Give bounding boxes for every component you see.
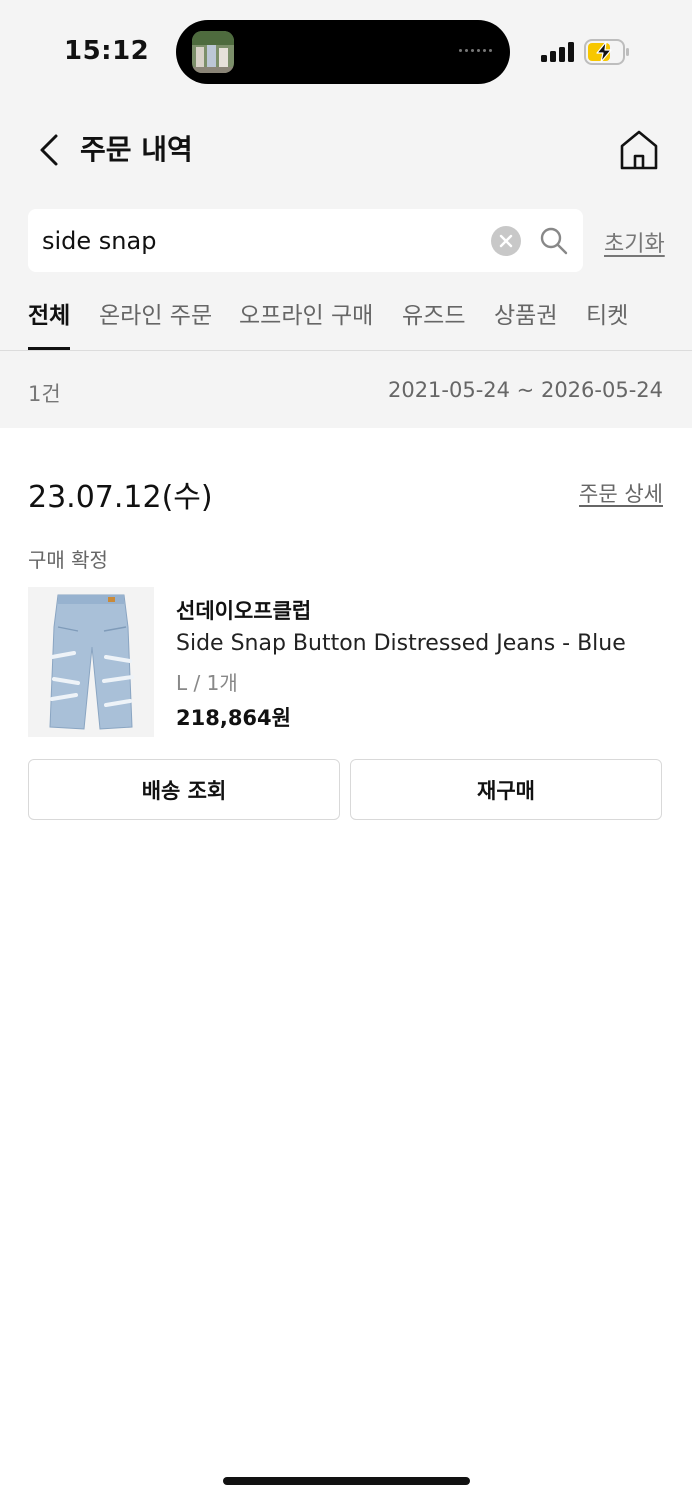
island-activity-dots bbox=[459, 49, 492, 52]
order-status: 구매 확정 bbox=[28, 548, 108, 572]
tab-gift-cards[interactable]: 상품권 bbox=[494, 296, 557, 350]
page-title: 주문 내역 bbox=[80, 133, 193, 166]
back-icon[interactable] bbox=[34, 132, 66, 168]
tab-online-orders[interactable]: 온라인 주문 bbox=[99, 296, 212, 350]
status-bar: 15:12 bbox=[0, 0, 692, 100]
home-indicator[interactable] bbox=[223, 1477, 470, 1485]
order-date: 23.07.12(수) bbox=[28, 480, 213, 515]
search-icon[interactable] bbox=[538, 225, 570, 257]
tab-offline-purchases[interactable]: 오프라인 구매 bbox=[239, 296, 373, 350]
date-range[interactable]: 2021-05-24 ~ 2026-05-24 bbox=[388, 378, 663, 402]
home-icon[interactable] bbox=[616, 128, 662, 172]
track-delivery-button[interactable]: 배송 조회 bbox=[28, 759, 340, 820]
navigation-bar: 주문 내역 bbox=[0, 110, 692, 190]
product-image[interactable] bbox=[28, 587, 154, 737]
rebuy-button[interactable]: 재구매 bbox=[350, 759, 662, 820]
search-input[interactable] bbox=[42, 209, 482, 272]
product-name[interactable]: Side Snap Button Distressed Jeans - Blue bbox=[176, 631, 626, 656]
order-detail-link[interactable]: 주문 상세 bbox=[579, 478, 663, 508]
search-box bbox=[28, 209, 583, 272]
tab-used[interactable]: 유즈드 bbox=[402, 296, 465, 350]
result-count: 1건 bbox=[28, 382, 61, 406]
clear-icon[interactable] bbox=[491, 226, 521, 256]
signal-icon bbox=[541, 42, 575, 62]
tab-bar: 전체 온라인 주문 오프라인 구매 유즈드 상품권 티켓 bbox=[0, 290, 692, 351]
product-option: L / 1개 bbox=[176, 671, 238, 695]
status-time: 15:12 bbox=[64, 36, 150, 66]
tab-all[interactable]: 전체 bbox=[28, 296, 71, 350]
dynamic-island[interactable] bbox=[176, 20, 510, 84]
product-price: 218,864원 bbox=[176, 706, 291, 730]
product-brand[interactable]: 선데이오프클럽 bbox=[176, 595, 311, 625]
now-playing-thumbnail bbox=[192, 31, 234, 73]
battery-charging-icon bbox=[584, 39, 630, 65]
reset-link[interactable]: 초기화 bbox=[604, 226, 665, 258]
tab-tickets[interactable]: 티켓 bbox=[586, 296, 628, 350]
